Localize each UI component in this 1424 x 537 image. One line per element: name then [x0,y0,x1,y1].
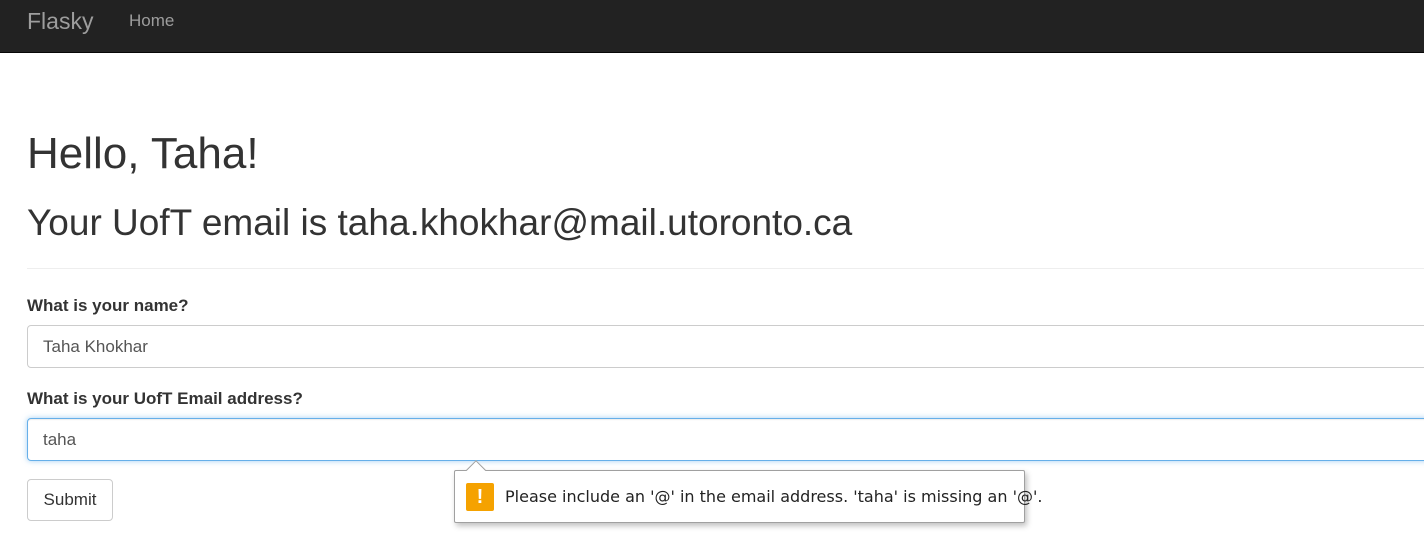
validation-tooltip: ! Please include an '@' in the email add… [454,460,1042,523]
submit-button[interactable]: Submit [27,479,113,521]
name-field-label: What is your name? [27,296,189,315]
validation-message: Please include an '@' in the email addre… [505,487,1043,506]
email-input[interactable] [27,418,1424,461]
navbar-brand[interactable]: Flasky [27,8,93,34]
top-navbar: Flasky Home [0,0,1424,53]
name-input[interactable] [27,325,1424,368]
warning-icon: ! [466,483,494,511]
email-field-label: What is your UofT Email address? [27,389,303,408]
tooltip-arrow [466,460,486,480]
greeting-heading: Hello, Taha! [27,129,259,178]
section-divider [27,268,1424,269]
nav-item-home[interactable]: Home [129,11,174,31]
email-message-heading: Your UofT email is taha.khokhar@mail.uto… [27,202,853,243]
